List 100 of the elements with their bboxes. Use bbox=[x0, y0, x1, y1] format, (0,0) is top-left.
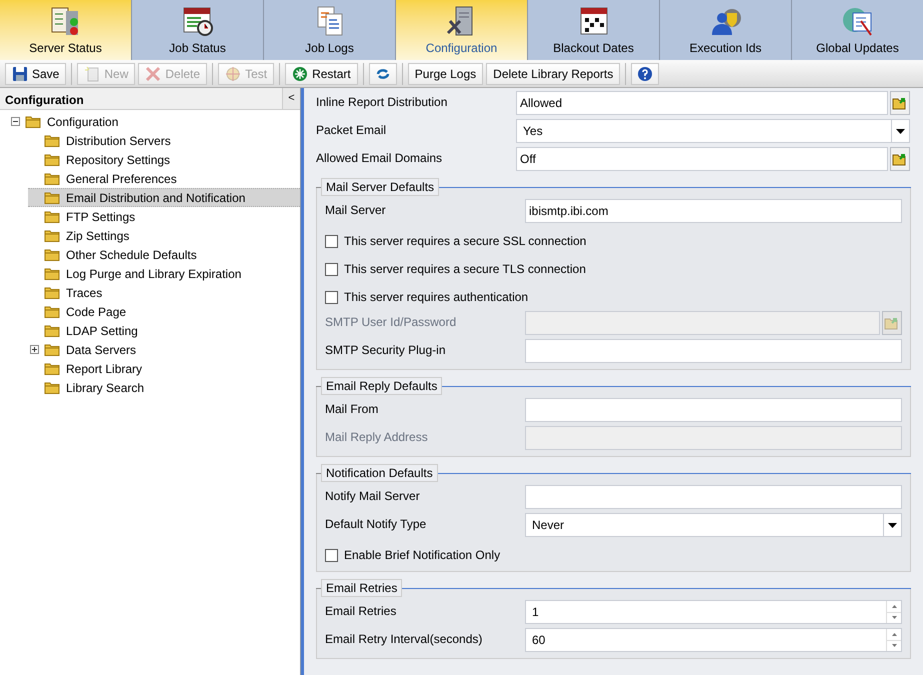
dropdown[interactable]: Never bbox=[525, 513, 902, 537]
tab[interactable]: Job Status bbox=[132, 0, 263, 60]
field-label: Email Retry Interval(seconds) bbox=[325, 631, 484, 648]
folder-icon bbox=[44, 134, 60, 147]
tree-item[interactable]: Distribution Servers bbox=[28, 131, 300, 150]
icon-button[interactable] bbox=[631, 62, 660, 84]
browse-button[interactable] bbox=[890, 147, 910, 171]
down-arrow-icon bbox=[892, 644, 896, 648]
checkbox[interactable] bbox=[325, 262, 338, 276]
folder-arrow-icon bbox=[892, 95, 908, 111]
tree-item-label: Configuration bbox=[47, 114, 118, 130]
tree-item[interactable]: General Preferences bbox=[28, 169, 300, 188]
folder-icon bbox=[44, 381, 60, 394]
folder-icon bbox=[44, 343, 60, 356]
tree-item[interactable]: Traces bbox=[28, 283, 300, 302]
section-title: Mail Server Defaults bbox=[321, 178, 440, 196]
tree-item-label: Data Servers bbox=[66, 342, 136, 358]
section-title: Email Retries bbox=[321, 579, 402, 597]
field-label: Notify Mail Server bbox=[325, 488, 421, 505]
input-field[interactable]: Allowed bbox=[516, 91, 888, 115]
section-title: Notification Defaults bbox=[321, 464, 438, 482]
tree-item[interactable]: Email Distribution and Notification bbox=[28, 188, 300, 207]
tree-item[interactable]: Code Page bbox=[28, 302, 300, 321]
tree-item-label: Other Schedule Defaults bbox=[66, 246, 197, 264]
tab[interactable]: Blackout Dates bbox=[528, 0, 659, 60]
tree-item-label: Zip Settings bbox=[66, 228, 130, 244]
toolbar-button[interactable]: Purge Logs bbox=[408, 62, 484, 84]
spinner-field[interactable]: 1 bbox=[525, 600, 902, 624]
toolbar-button[interactable]: Delete Library Reports bbox=[486, 62, 620, 84]
checkbox-label: This server requires a secure SSL connection bbox=[344, 233, 586, 250]
folder-icon bbox=[44, 305, 60, 318]
toolbar-button[interactable]: Save bbox=[5, 62, 66, 84]
tree-item-label: Code Page bbox=[66, 304, 126, 320]
tab[interactable]: Job Logs bbox=[264, 0, 395, 60]
tree-item-label: Report Library bbox=[66, 360, 142, 378]
input-field[interactable] bbox=[525, 485, 902, 509]
tree-item[interactable]: Repository Settings bbox=[28, 150, 300, 169]
tree-item-label: Repository Settings bbox=[66, 152, 170, 168]
checkbox[interactable] bbox=[325, 234, 338, 248]
input-field[interactable] bbox=[525, 426, 902, 450]
folder-icon bbox=[44, 210, 60, 223]
tab[interactable]: Execution Ids bbox=[660, 0, 791, 60]
checkbox-label: This server requires authentication bbox=[344, 289, 528, 306]
up-arrow-icon bbox=[892, 604, 896, 608]
icon-button[interactable] bbox=[368, 62, 397, 84]
tree-item[interactable]: Log Purge and Library Expiration bbox=[28, 264, 300, 283]
tree-item-label: Email Distribution and Notification bbox=[66, 190, 246, 206]
dropdown[interactable]: Yes bbox=[516, 119, 910, 143]
tree-item-label: LDAP Setting bbox=[66, 322, 138, 340]
expand-icon[interactable] bbox=[30, 345, 38, 354]
caret-icon bbox=[888, 522, 897, 528]
folder-icon bbox=[44, 267, 60, 280]
folder-icon bbox=[44, 153, 60, 166]
tree-item[interactable]: Other Schedule Defaults bbox=[28, 245, 300, 264]
panel-title: Configuration bbox=[4, 92, 85, 109]
folder-icon bbox=[25, 115, 41, 128]
folder-arrow-icon bbox=[884, 315, 900, 331]
cross-icon bbox=[145, 66, 162, 82]
input-field[interactable]: Off bbox=[516, 147, 888, 171]
collapse-button[interactable]: < bbox=[282, 88, 300, 109]
input-field[interactable] bbox=[525, 311, 880, 335]
spinner-field[interactable]: 60 bbox=[525, 628, 902, 652]
field-label: Default Notify Type bbox=[325, 516, 428, 533]
input-field[interactable]: ibismtp.ibi.com bbox=[525, 199, 902, 223]
tab[interactable]: Server Status bbox=[0, 0, 131, 60]
new-document-icon bbox=[84, 66, 100, 82]
field-label: SMTP User Id/Password bbox=[325, 314, 458, 331]
down-arrow-icon bbox=[892, 616, 896, 620]
tree-item-label: Distribution Servers bbox=[66, 132, 171, 150]
browse-button[interactable] bbox=[890, 91, 910, 115]
help-icon bbox=[637, 66, 654, 82]
tree-item[interactable]: Data Servers bbox=[28, 340, 300, 359]
field-label: Email Retries bbox=[325, 603, 398, 620]
tab[interactable]: Configuration bbox=[396, 0, 527, 60]
tree-item[interactable]: Zip Settings bbox=[28, 226, 300, 245]
toolbar-button[interactable]: Restart bbox=[285, 62, 358, 84]
tab[interactable]: Global Updates bbox=[792, 0, 923, 60]
input-field[interactable] bbox=[525, 398, 902, 422]
tree-item[interactable]: Configuration bbox=[9, 112, 300, 131]
tree-item[interactable]: LDAP Setting bbox=[28, 321, 300, 340]
caret-icon bbox=[896, 128, 905, 134]
folder-icon bbox=[44, 229, 60, 242]
tree-item[interactable]: Report Library bbox=[28, 359, 300, 378]
checkbox[interactable] bbox=[325, 290, 338, 304]
folder-arrow-icon bbox=[892, 151, 908, 167]
folder-icon bbox=[44, 191, 60, 204]
checkbox-label: This server requires a secure TLS connection bbox=[344, 261, 586, 278]
tree-item-label: General Preferences bbox=[66, 170, 177, 188]
collapse-icon[interactable] bbox=[10, 117, 20, 126]
tree-item[interactable]: FTP Settings bbox=[28, 207, 300, 226]
up-arrow-icon bbox=[892, 632, 896, 636]
section-title: Email Reply Defaults bbox=[321, 377, 442, 395]
input-field[interactable] bbox=[525, 339, 902, 363]
tree-item-label: Traces bbox=[66, 284, 102, 302]
folder-icon bbox=[44, 324, 60, 337]
checkbox[interactable] bbox=[325, 548, 338, 562]
field-label: Mail Reply Address bbox=[325, 429, 429, 446]
folder-icon bbox=[44, 362, 60, 375]
field-label: Mail Server bbox=[325, 202, 387, 219]
tree-item[interactable]: Library Search bbox=[28, 378, 300, 397]
